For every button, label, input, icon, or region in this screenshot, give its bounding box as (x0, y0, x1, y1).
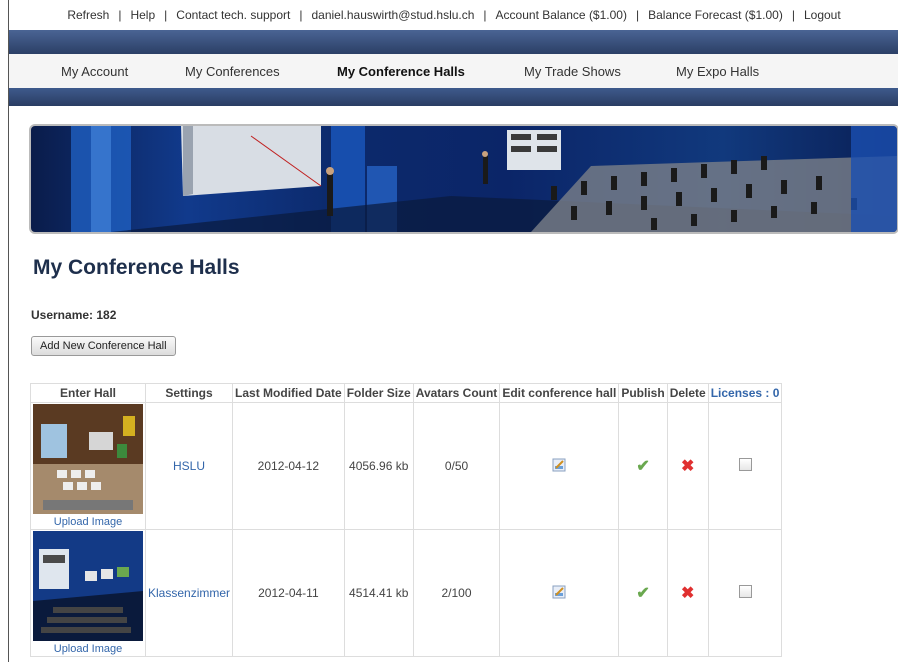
account-balance-link[interactable]: Account Balance ($1.00) (496, 8, 627, 22)
conference-hall-banner (29, 124, 898, 234)
edit-icon[interactable] (552, 585, 566, 599)
license-checkbox[interactable] (738, 458, 752, 471)
enter-hall-cell: Upload Image (30, 529, 146, 657)
separator: | (791, 8, 795, 22)
separator: | (299, 8, 303, 22)
settings-cell: Klassenzimmer (144, 529, 234, 657)
hall-settings-link[interactable]: Klassenzimmer (148, 586, 230, 600)
table-row: Upload Image HSLU 2012-04-12 4056.96 kb … (30, 402, 783, 530)
logout-link[interactable]: Logout (804, 8, 841, 22)
settings-cell: HSLU (144, 402, 234, 530)
contact-support-link[interactable]: Contact tech. support (176, 8, 290, 22)
username-label: Username: 182 (31, 308, 117, 322)
edit-hall-cell (499, 402, 620, 530)
add-conference-hall-button[interactable]: Add New Conference Hall (31, 336, 176, 356)
edit-icon[interactable] (552, 458, 566, 472)
separator: | (164, 8, 168, 22)
edit-hall-cell (499, 529, 620, 657)
cross-icon[interactable]: ✖ (681, 585, 694, 602)
check-icon[interactable]: ✔ (636, 458, 649, 475)
publish-cell: ✔ (618, 529, 668, 657)
hall-thumbnail[interactable] (33, 531, 143, 641)
tab-my-conference-halls[interactable]: My Conference Halls (337, 64, 465, 79)
upload-image-link[interactable]: Upload Image (31, 643, 145, 655)
balance-forecast-link[interactable]: Balance Forecast ($1.00) (648, 8, 783, 22)
enter-hall-cell: Upload Image (30, 402, 146, 530)
main-content: My Conference Halls Username: 182 Add Ne… (9, 106, 898, 662)
header-avatars-count: Avatars Count (412, 383, 501, 403)
last-modified-cell: 2012-04-11 (232, 529, 345, 657)
avatars-count-cell: 0/50 (412, 402, 501, 530)
refresh-link[interactable]: Refresh (67, 8, 109, 22)
license-checkbox[interactable] (738, 585, 752, 598)
top-utility-bar: Refresh | Help | Contact tech. support |… (9, 0, 898, 30)
table-row: Upload Image Klassenzimmer 2012-04-11 45… (30, 529, 783, 657)
user-email-link[interactable]: daniel.hauswirth@stud.hslu.ch (311, 8, 474, 22)
avatars-count-cell: 2/100 (412, 529, 501, 657)
header-folder-size: Folder Size (343, 383, 414, 403)
conference-halls-table: Enter Hall Settings Last Modified Date F… (30, 383, 783, 657)
page-title: My Conference Halls (33, 256, 240, 279)
separator: | (483, 8, 487, 22)
last-modified-cell: 2012-04-12 (232, 402, 345, 530)
main-nav: My Account My Conferences My Conference … (9, 54, 898, 89)
help-link[interactable]: Help (130, 8, 155, 22)
header-settings: Settings (144, 383, 234, 403)
separator: | (118, 8, 122, 22)
nav-bottom-band (9, 88, 898, 106)
classroom-thumbnail-image (33, 404, 143, 514)
license-cell (707, 402, 783, 530)
check-icon[interactable]: ✔ (636, 585, 649, 602)
hall-thumbnail[interactable] (33, 404, 143, 514)
folder-size-cell: 4056.96 kb (343, 402, 414, 530)
header-licenses[interactable]: Licenses : 0 (707, 383, 783, 403)
folder-size-cell: 4514.41 kb (343, 529, 414, 657)
header-band (9, 30, 898, 54)
hall-settings-link[interactable]: HSLU (173, 459, 205, 473)
upload-image-link[interactable]: Upload Image (31, 516, 145, 528)
cross-icon[interactable]: ✖ (681, 458, 694, 475)
header-enter-hall: Enter Hall (30, 383, 146, 403)
delete-cell: ✖ (666, 402, 709, 530)
separator: | (635, 8, 640, 22)
header-publish: Publish (618, 383, 668, 403)
tab-my-expo-halls[interactable]: My Expo Halls (676, 64, 759, 79)
page-frame: Refresh | Help | Contact tech. support |… (8, 0, 898, 662)
header-edit-hall: Edit conference hall (499, 383, 620, 403)
conference-thumbnail-image (33, 531, 143, 641)
tab-my-conferences[interactable]: My Conferences (185, 64, 280, 79)
tab-my-account[interactable]: My Account (61, 64, 128, 79)
tab-my-trade-shows[interactable]: My Trade Shows (524, 64, 621, 79)
banner-illustration (71, 126, 897, 232)
delete-cell: ✖ (666, 529, 709, 657)
header-last-modified: Last Modified Date (232, 383, 345, 403)
publish-cell: ✔ (618, 402, 668, 530)
license-cell (707, 529, 783, 657)
table-header-row: Enter Hall Settings Last Modified Date F… (30, 383, 783, 403)
header-delete: Delete (666, 383, 709, 403)
